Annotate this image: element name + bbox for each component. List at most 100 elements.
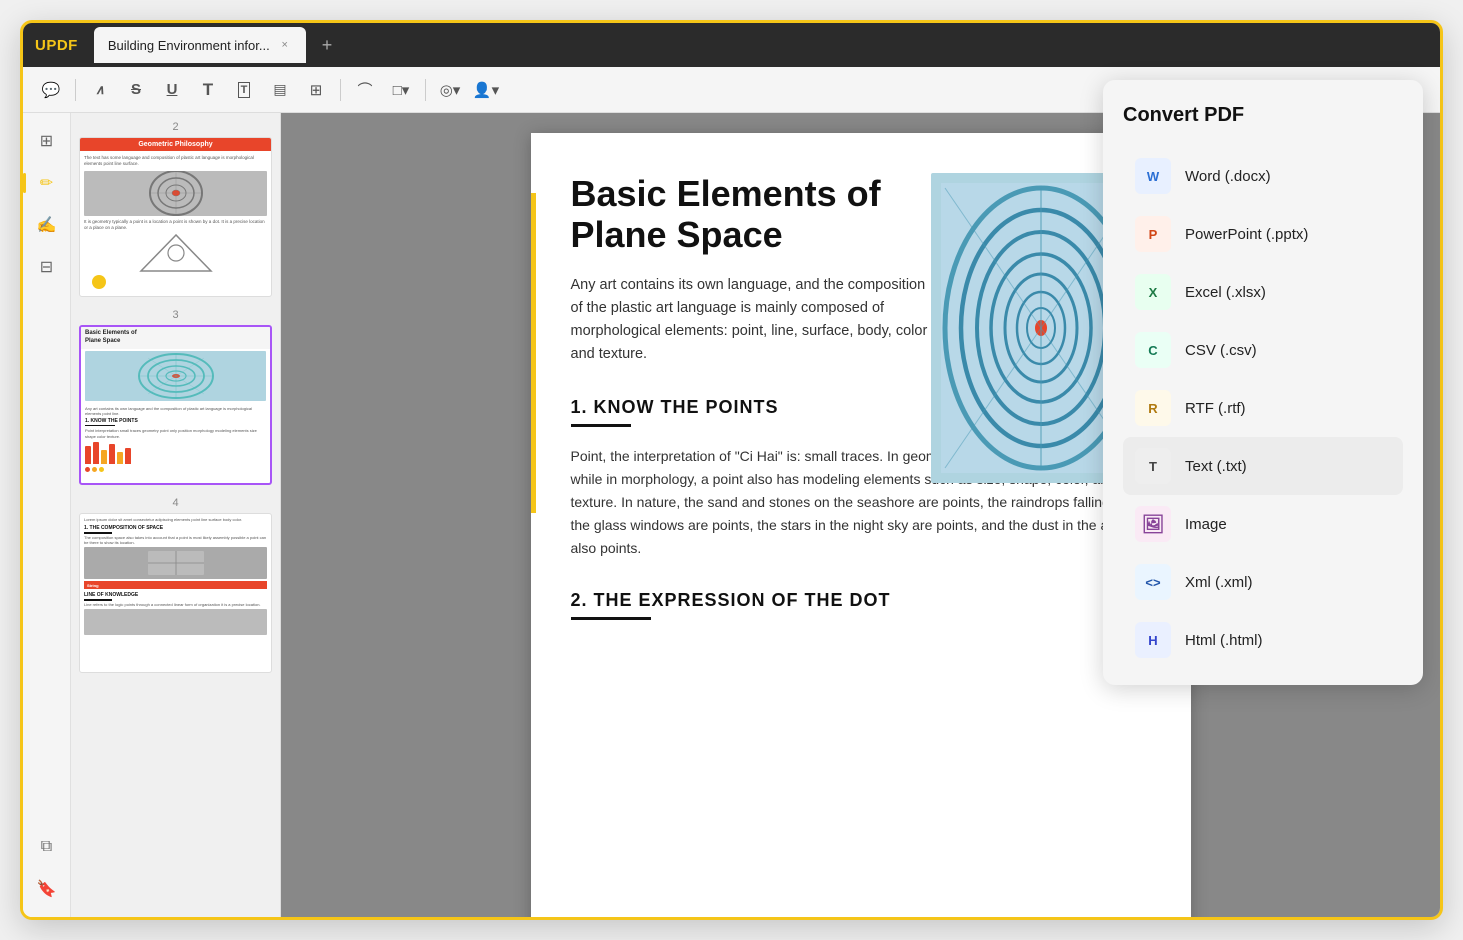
thumb2-text: The text has some language and compositi… [84, 155, 267, 168]
tab-label: Building Environment infor... [108, 38, 270, 53]
shape-toolbar-btn[interactable]: □▾ [385, 74, 417, 106]
convert-item-csv[interactable]: C CSV (.csv) [1123, 321, 1403, 379]
thumb-img-4[interactable]: Lorem ipsum dolor sit amet consectetur a… [79, 513, 272, 673]
thumb3-text2: Point interpretation small traces geomet… [85, 428, 266, 438]
text-box-icon: T [238, 82, 251, 98]
thumb4-section1: 1. THE COMPOSITION OF SPACE [84, 525, 267, 531]
page-num-3: 3 [79, 309, 272, 321]
thumb4-string-label: String [87, 583, 99, 588]
convert-item-excel[interactable]: X Excel (.xlsx) [1123, 263, 1403, 321]
convert-label-txt: Text (.txt) [1185, 458, 1247, 475]
pdf-yellow-accent-bar [531, 193, 536, 513]
convert-icon-csv: C [1135, 332, 1171, 368]
thumb4-bar2 [84, 599, 112, 601]
table-toolbar-btn[interactable]: ⊞ [300, 74, 332, 106]
layers-icon: ⧉ [41, 838, 52, 856]
sidebar-bottom: ⧉ 🔖 [29, 829, 65, 907]
convert-item-img[interactable]: 🖼 Image [1123, 495, 1403, 553]
convert-icon-xml: <> [1135, 564, 1171, 600]
thumb3-dots [85, 467, 266, 472]
page-num-4: 4 [79, 497, 272, 509]
thumb3-header: Basic Elements ofPlane Space [81, 327, 270, 349]
thumb3-text: Any art contains its own language and th… [85, 406, 266, 416]
thumb2-text2: It is geometry typically a point is a lo… [84, 219, 267, 232]
convert-item-txt[interactable]: T Text (.txt) [1123, 437, 1403, 495]
strikethrough-icon: S [131, 81, 141, 98]
convert-label-csv: CSV (.csv) [1185, 342, 1257, 359]
pdf-section2-title: 2. THE EXPRESSION OF THE DOT [571, 590, 1151, 611]
toolbar-separator-1 [75, 79, 76, 101]
active-indicator [23, 173, 26, 193]
convert-label-html: Html (.html) [1185, 632, 1263, 649]
page-thumb-3[interactable]: 3 Basic Elements ofPlane Space [79, 309, 272, 485]
underline-icon: U [167, 81, 178, 98]
sidebar-edit-btn[interactable]: ✍ [29, 207, 65, 243]
underline-toolbar-btn[interactable]: U [156, 74, 188, 106]
sidebar-layers-btn[interactable]: ⧉ [29, 829, 65, 865]
thumb-img-3[interactable]: Basic Elements ofPlane Space [79, 325, 272, 485]
app-logo: UPDF [35, 37, 78, 54]
pdf-page: Basic Elements of Plane Space [531, 133, 1191, 917]
comment-toolbar-btn[interactable]: 💬 [35, 74, 67, 106]
thumb4-text3: Line refers to the logic points through … [84, 602, 267, 607]
text-icon: T [203, 80, 213, 100]
text-toolbar-btn[interactable]: T [192, 74, 224, 106]
sidebar-bookmark-btn[interactable]: 🔖 [29, 871, 65, 907]
page-num-2: 2 [79, 121, 272, 133]
thumb4-body: Lorem ipsum dolor sit amet consectetur a… [80, 514, 271, 640]
convert-icon-html: H [1135, 622, 1171, 658]
pdf-section1-bar [571, 424, 631, 427]
sidebar-organize-btn[interactable]: ⊟ [29, 249, 65, 285]
thumb2-image [84, 171, 267, 216]
toolbar-separator-3 [425, 79, 426, 101]
thumb3-title: Basic Elements ofPlane Space [85, 330, 266, 346]
user-toolbar-btn[interactable]: 👤▾ [470, 74, 502, 106]
convert-label-rtf: RTF (.rtf) [1185, 400, 1246, 417]
thumb4-image [84, 547, 267, 579]
active-tab[interactable]: Building Environment infor... × [94, 27, 306, 63]
thumb2-yellow-dot [92, 275, 106, 289]
comment-icon: 💬 [42, 81, 61, 99]
convert-label-img: Image [1185, 516, 1227, 533]
thumb3-know: 1. KNOW THE POINTS [85, 418, 266, 424]
page-thumb-4[interactable]: 4 Lorem ipsum dolor sit amet consectetur… [79, 497, 272, 673]
convert-item-xml[interactable]: <> Xml (.xml) [1123, 553, 1403, 611]
convert-icon-word: W [1135, 158, 1171, 194]
thumbnail-panel[interactable]: 2 Geometric Philosophy The text has some… [71, 113, 281, 917]
highlight-icon: ⌒ [357, 79, 372, 100]
thumb4-string-bar: String [84, 581, 267, 589]
convert-item-html[interactable]: H Html (.html) [1123, 611, 1403, 669]
stamp-toolbar-btn[interactable]: ◎▾ [434, 74, 466, 106]
text-box-toolbar-btn[interactable]: T [228, 74, 260, 106]
thumbnails-icon: ⊞ [40, 131, 53, 151]
new-tab-button[interactable]: + [314, 33, 341, 58]
convert-label-word: Word (.docx) [1185, 168, 1271, 185]
text-box2-toolbar-btn[interactable]: ▤ [264, 74, 296, 106]
convert-item-rtf[interactable]: R RTF (.rtf) [1123, 379, 1403, 437]
sidebar-thumbnails-btn[interactable]: ⊞ [29, 123, 65, 159]
annotate-icon: ✏ [40, 173, 53, 193]
strikethrough-toolbar-btn[interactable]: S [120, 74, 152, 106]
convert-item-ppt[interactable]: P PowerPoint (.pptx) [1123, 205, 1403, 263]
thumb4-text2: The composition space also takes into ac… [84, 535, 267, 545]
thumb4-text1: Lorem ipsum dolor sit amet consectetur a… [84, 517, 267, 522]
pen-toolbar-btn[interactable]: ∧ [84, 74, 116, 106]
thumb2-header: Geometric Philosophy [80, 138, 271, 151]
sidebar-annotate-btn[interactable]: ✏ [29, 165, 65, 201]
stamp-icon: ◎▾ [440, 81, 461, 99]
user-icon: 👤▾ [473, 81, 499, 99]
thumb4-bar [84, 532, 112, 534]
thumb-img-2[interactable]: Geometric Philosophy The text has some l… [79, 137, 272, 297]
tab-close-button[interactable]: × [278, 38, 292, 52]
pdf-intro-text: Any art contains its own language, and t… [571, 274, 931, 367]
text-box2-icon: ▤ [273, 81, 286, 98]
toolbar-separator-2 [340, 79, 341, 101]
edit-icon: ✍ [37, 215, 57, 235]
convert-panel-title: Convert PDF [1123, 104, 1403, 127]
convert-item-word[interactable]: W Word (.docx) [1123, 147, 1403, 205]
thumb3-body: Any art contains its own language and th… [81, 403, 270, 477]
shape-icon: □▾ [393, 81, 410, 99]
convert-label-ppt: PowerPoint (.pptx) [1185, 226, 1308, 243]
page-thumb-2[interactable]: 2 Geometric Philosophy The text has some… [79, 121, 272, 297]
highlight-toolbar-btn[interactable]: ⌒ [349, 74, 381, 106]
